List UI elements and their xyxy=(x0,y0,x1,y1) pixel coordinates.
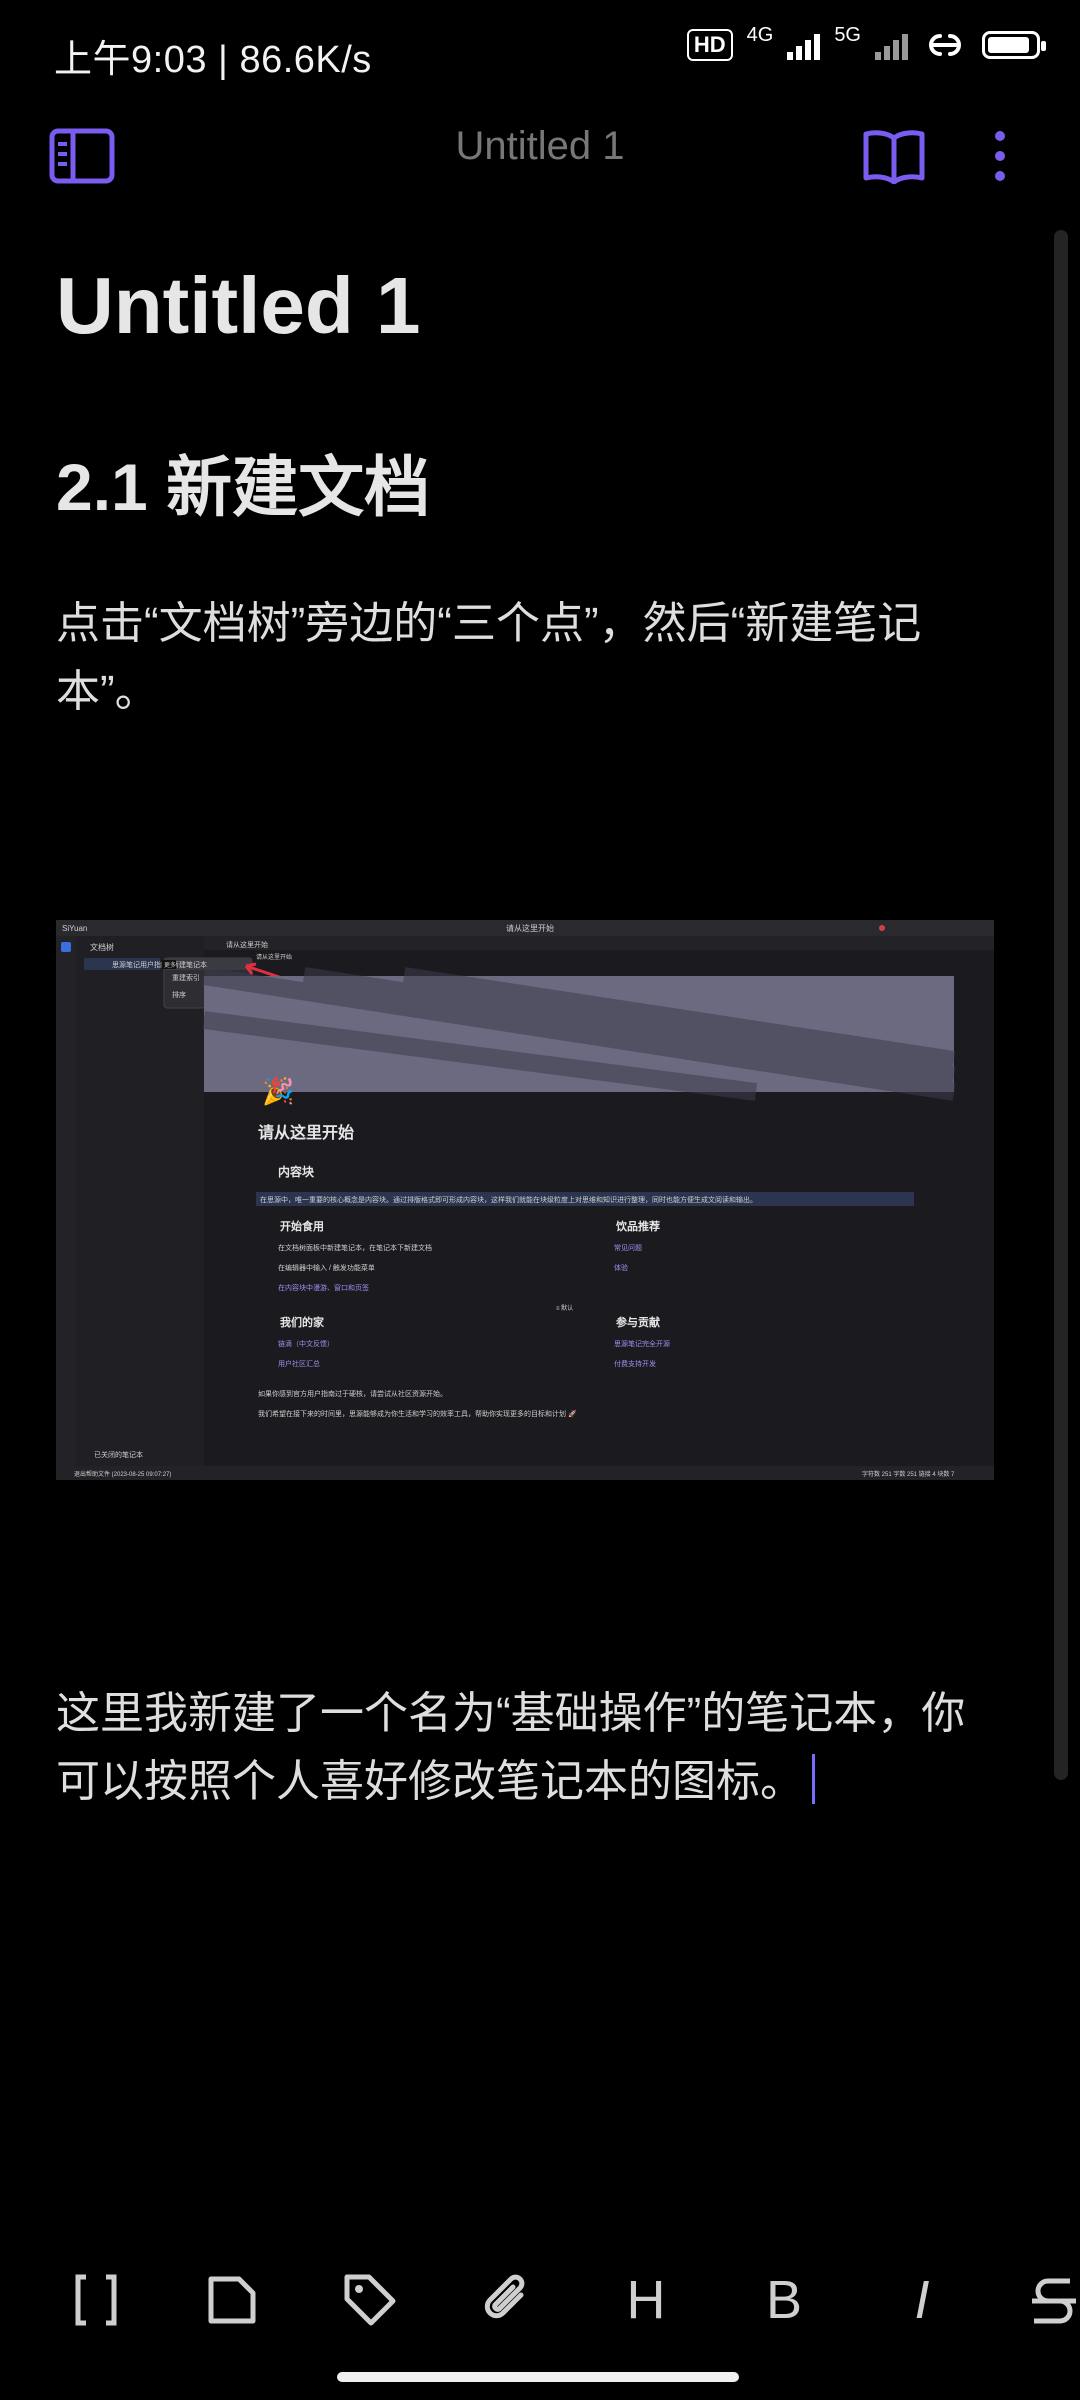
status-bar: 上午9:03 | 86.6K/s HD 4G 5G xyxy=(0,0,1080,100)
popup-item-sort[interactable]: 排序 xyxy=(172,990,186,999)
block-ref-button[interactable] xyxy=(66,2270,126,2330)
signal-4g-icon xyxy=(787,30,821,60)
drinks-title[interactable]: 饮品推荐 xyxy=(615,1219,660,1233)
document-title[interactable]: Untitled 1 xyxy=(56,260,420,352)
paragraph-2-text[interactable]: 这里我新建了一个名为“基础操作”的笔记本，你可以按照个人喜好修改笔记本的图标。 xyxy=(56,1689,965,1806)
start-item-3[interactable]: 在内容块中漫游、窗口和页签 xyxy=(278,1283,369,1292)
paragraph-2[interactable]: 这里我新建了一个名为“基础操作”的笔记本，你可以按照个人喜好修改笔记本的图标。 xyxy=(56,1680,996,1816)
more-vertical-icon xyxy=(995,131,1005,181)
doc-breadcrumb[interactable]: 请从这里开始 xyxy=(256,953,292,961)
status-icons: HD 4G 5G xyxy=(686,24,1046,62)
contrib-title[interactable]: 参与贡献 xyxy=(616,1315,660,1329)
drinks-item-2[interactable]: 体验 xyxy=(614,1263,628,1272)
more-menu-button[interactable] xyxy=(962,120,1038,192)
tag-button[interactable] xyxy=(340,2270,400,2330)
start-item-1[interactable]: 在文档树面板中新建笔记本，在笔记本下新建文档 xyxy=(278,1243,432,1252)
window-title: 请从这里开始 xyxy=(506,923,554,933)
bold-button[interactable]: B xyxy=(754,2270,814,2330)
home-item-2[interactable]: 用户社区汇总 xyxy=(278,1359,320,1368)
sidebar-tab-doctree[interactable]: 文档树 xyxy=(90,942,114,952)
popup-item-new-notebook[interactable]: 新建笔记本 xyxy=(172,960,207,969)
doc-title[interactable]: 请从这里开始 xyxy=(258,1123,354,1142)
battery-icon xyxy=(982,31,1046,59)
notebook-item[interactable]: 思源笔记用户指南 xyxy=(112,960,168,969)
home-indicator[interactable] xyxy=(337,2372,739,2382)
text-caret xyxy=(812,1754,815,1804)
party-emoji-icon: 🎉 xyxy=(262,1076,294,1107)
tag-icon xyxy=(344,2274,396,2326)
home-item-1[interactable]: 链滴（中文反馈） xyxy=(278,1339,334,1348)
closed-notebooks-item[interactable]: 已关闭的笔记本 xyxy=(94,1450,143,1459)
heading-button[interactable]: H xyxy=(616,2270,676,2330)
net-5g-label: 5G xyxy=(834,24,861,46)
section-content-blocks[interactable]: 内容块 xyxy=(278,1164,315,1179)
contrib-item-2[interactable]: 付费支持开发 xyxy=(614,1359,656,1368)
content-paragraph[interactable]: 在思源中，唯一重要的核心概念是内容块。通过排版格式即可形成内容块，这样我们就能在… xyxy=(260,1195,757,1204)
italic-button[interactable]: I xyxy=(892,2270,952,2330)
app-menu-label[interactable]: SiYuan xyxy=(62,924,87,933)
doc-ref-button[interactable] xyxy=(202,2270,262,2330)
attachment-button[interactable] xyxy=(478,2270,538,2330)
format-toolbar: H B I xyxy=(0,2260,1080,2340)
file-tree-rail-icon[interactable] xyxy=(61,942,71,952)
link-icon xyxy=(929,34,961,56)
embedded-statusbar-left: 退出帮助文件 (2023-08-25 09:07:27) xyxy=(74,1470,171,1478)
embedded-statusbar-right: 字符数 251 字数 251 链接 4 块数 7 xyxy=(862,1470,955,1478)
battery-fill xyxy=(988,37,1030,53)
popup-item-new-notebook-2[interactable]: 重建索引 xyxy=(172,973,200,982)
contrib-item-1[interactable]: 思源笔记完全开源 xyxy=(614,1339,670,1348)
section-heading[interactable]: 2.1 新建文档 xyxy=(56,434,430,530)
read-mode-button[interactable] xyxy=(858,120,930,192)
record-icon xyxy=(879,925,885,931)
scrollbar[interactable] xyxy=(1054,230,1068,1780)
net-4g-label: 4G xyxy=(746,24,774,46)
more-tooltip: 更多 xyxy=(164,961,176,969)
book-open-icon xyxy=(863,130,925,184)
strikethrough-icon xyxy=(1032,2278,1076,2324)
brackets-icon xyxy=(75,2274,117,2326)
start-title[interactable]: 开始食用 xyxy=(280,1219,324,1233)
home-title[interactable]: 我们的家 xyxy=(280,1315,325,1329)
strikethrough-button[interactable] xyxy=(1030,2270,1080,2330)
paragraph-1[interactable]: 点击“文档树”旁边的“三个点”，然后“新建笔记本”。 xyxy=(56,590,996,726)
embedded-screenshot-image[interactable]: SiYuan 请从这里开始 文档树 思源笔记用户指南 已关闭的笔记本 新建笔记本… xyxy=(56,920,994,1480)
paperclip-icon xyxy=(484,2274,525,2319)
hd-badge: HD xyxy=(686,29,733,61)
view-toggle[interactable]: ≡ 默认 xyxy=(556,1304,573,1312)
start-item-2[interactable]: 在编辑器中输入 / 触发功能菜单 xyxy=(278,1263,375,1272)
outro-line-2[interactable]: 我们希望在接下来的时间里，思源能够成为你生活和学习的效率工具，帮助你实现更多的目… xyxy=(258,1409,577,1418)
doc-tab[interactable]: 请从这里开始 xyxy=(226,940,268,949)
drinks-item-1[interactable]: 常见问题 xyxy=(614,1243,642,1252)
file-icon xyxy=(208,2276,256,2324)
top-app-bar: Untitled 1 xyxy=(0,100,1080,200)
signal-5g-icon xyxy=(875,30,908,60)
status-time-speed: 上午9:03 | 86.6K/s xyxy=(54,39,372,81)
outro-line-1[interactable]: 如果你感到官方用户指南过于硬核，请尝试从社区资源开始。 xyxy=(258,1389,447,1398)
